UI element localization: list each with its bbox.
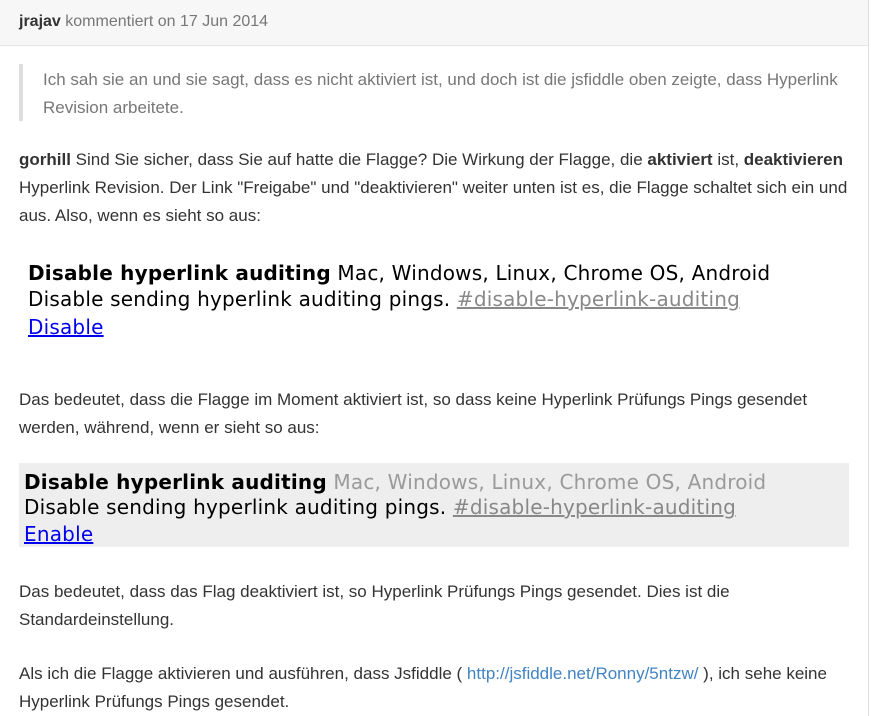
comment-meta: kommentiert on 17 Jun 2014 bbox=[65, 13, 269, 30]
flag-anchor-link: #disable-hyperlink-auditing bbox=[452, 495, 736, 519]
comment-body: Ich sah sie an und sie sagt, dass es nic… bbox=[0, 64, 868, 716]
paragraph-3: Das bedeutet, dass das Flag deaktiviert … bbox=[19, 582, 730, 629]
blockquote: Ich sah sie an und sie sagt, dass es nic… bbox=[19, 64, 849, 121]
bold-deaktivieren: deaktivieren bbox=[743, 150, 843, 169]
comment: jrajav kommentiert on 17 Jun 2014 Ich sa… bbox=[0, 0, 869, 716]
quote-text: Ich sah sie an und sie sagt, dass es nic… bbox=[43, 70, 838, 117]
flag-name: Disable hyperlink auditing bbox=[24, 470, 327, 494]
bold-aktiviert: aktiviert bbox=[647, 150, 713, 169]
user-mention[interactable]: gorhill bbox=[19, 150, 71, 169]
flag-description: Disable sending hyperlink auditing pings… bbox=[28, 287, 457, 311]
flag-enable-link: Enable bbox=[24, 522, 94, 546]
flag-description: Disable sending hyperlink auditing pings… bbox=[24, 495, 453, 519]
comment-header: jrajav kommentiert on 17 Jun 2014 bbox=[0, 0, 868, 46]
flag-anchor-link: #disable-hyperlink-auditing bbox=[456, 287, 740, 311]
paragraph-1: gorhill Sind Sie sicher, dass Sie auf ha… bbox=[19, 146, 849, 230]
paragraph-4-text-a: Als ich die Flagge aktivieren und ausfüh… bbox=[19, 664, 467, 683]
flag-name: Disable hyperlink auditing bbox=[28, 261, 331, 285]
paragraph-1-text-b: ist, bbox=[712, 150, 744, 169]
flag-platforms: Mac, Windows, Linux, Chrome OS, Android bbox=[326, 470, 767, 494]
paragraph-4: Als ich die Flagge aktivieren und ausfüh… bbox=[19, 660, 849, 716]
comment-author-link[interactable]: jrajav bbox=[19, 13, 61, 30]
flag-platforms: Mac, Windows, Linux, Chrome OS, Android bbox=[330, 261, 771, 285]
flag-screenshot-enabled: Disable hyperlink auditing Mac, Windows,… bbox=[19, 260, 849, 360]
paragraph-1-text-a: Sind Sie sicher, dass Sie auf hatte die … bbox=[70, 150, 648, 169]
paragraph-2: Das bedeutet, dass die Flagge im Moment … bbox=[19, 390, 808, 437]
flag-disable-link: Disable bbox=[28, 315, 104, 339]
jsfiddle-link[interactable]: http://jsfiddle.net/Ronny/5ntzw/ bbox=[467, 664, 699, 683]
flag-screenshot-disabled: Disable hyperlink auditing Mac, Windows,… bbox=[19, 463, 849, 547]
paragraph-1-text-c: Hyperlink Revision. Der Link "Freigabe" … bbox=[19, 178, 848, 225]
